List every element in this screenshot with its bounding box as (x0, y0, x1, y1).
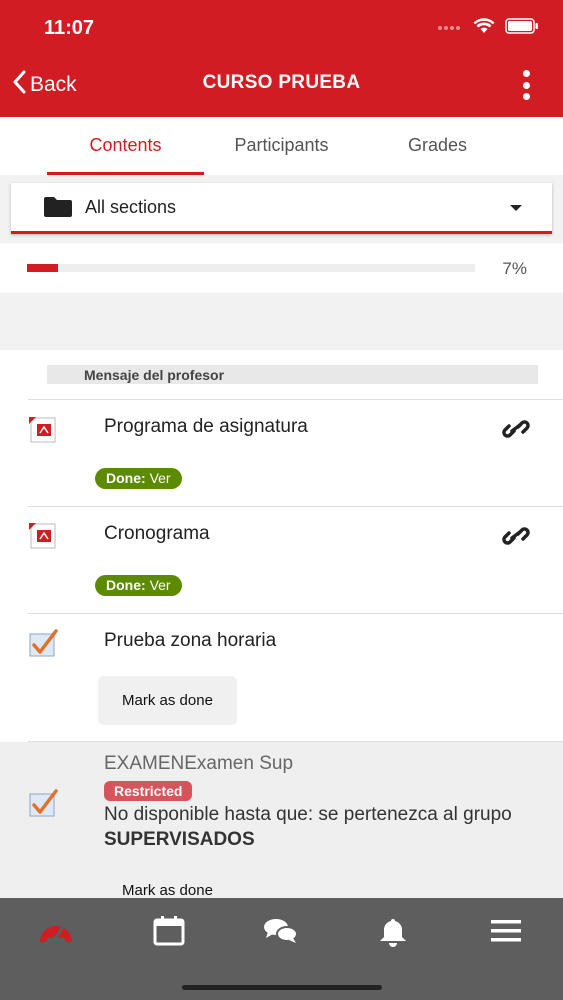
restriction-text: No disponible hasta que: se pertenezca a… (104, 802, 544, 852)
progress-bar-fill (27, 264, 59, 272)
section-selector-label: All sections (85, 196, 177, 217)
chevron-down-icon (510, 205, 522, 211)
battery-icon (505, 18, 539, 39)
done-value: Ver (149, 577, 171, 593)
tab-grades[interactable]: Grades (359, 117, 516, 175)
tab-participants[interactable]: Participants (204, 117, 359, 175)
status-time: 11:07 (44, 17, 95, 39)
pdf-icon (28, 416, 58, 449)
divider (28, 613, 563, 614)
mark-as-done-button[interactable]: Mark as done (98, 866, 237, 898)
course-progress: 7% (0, 243, 563, 293)
progress-bar (27, 264, 475, 272)
home-indicator (182, 985, 382, 990)
done-value: Ver (149, 470, 171, 486)
page-title: CURSO PRUEBA (202, 72, 361, 93)
pdf-icon (28, 522, 58, 555)
folder-icon (43, 196, 73, 218)
completion-badge: Done: Ver (95, 575, 182, 596)
progress-percent: 7% (502, 259, 527, 278)
restricted-badge: Restricted (104, 781, 193, 801)
status-icons (437, 18, 539, 39)
mark-as-done-button[interactable]: Mark as done (98, 676, 237, 725)
activity-title[interactable]: Cronograma (104, 523, 210, 545)
done-label: Done: (106, 577, 146, 593)
notifications-icon[interactable] (377, 916, 411, 947)
completion-badge: Done: Ver (95, 468, 182, 489)
activity-list: Mensaje del profesor Programa de asignat… (0, 350, 563, 898)
wifi-icon (473, 18, 495, 39)
link-icon[interactable] (502, 524, 530, 553)
signal-icon (437, 20, 463, 38)
messages-icon[interactable] (263, 916, 298, 946)
more-options-icon[interactable] (522, 70, 530, 100)
tab-contents[interactable]: Contents (47, 117, 204, 175)
app-header: 11:07 Back CURSO PRUEBA (0, 0, 563, 117)
done-label: Done: (106, 470, 146, 486)
activity-title[interactable]: Programa de asignatura (104, 416, 308, 438)
teacher-message: Mensaje del profesor (47, 365, 538, 384)
dashboard-icon[interactable] (38, 916, 72, 946)
link-icon[interactable] (502, 417, 530, 446)
menu-icon[interactable] (490, 916, 524, 946)
section-selector[interactable]: All sections (11, 183, 552, 234)
restriction-message: No disponible hasta que: se pertenezca a… (104, 804, 512, 825)
restriction-group: SUPERVISADOS (104, 829, 255, 850)
course-tabs: Contents Participants Grades (0, 117, 563, 175)
checkbox-icon (28, 628, 60, 663)
activity-title[interactable]: Prueba zona horaria (104, 630, 276, 652)
checkbox-icon (28, 788, 60, 823)
divider (28, 506, 563, 507)
divider (28, 399, 563, 400)
activity-title[interactable]: EXAMENExamen Sup (104, 753, 293, 775)
calendar-icon[interactable] (153, 916, 187, 946)
